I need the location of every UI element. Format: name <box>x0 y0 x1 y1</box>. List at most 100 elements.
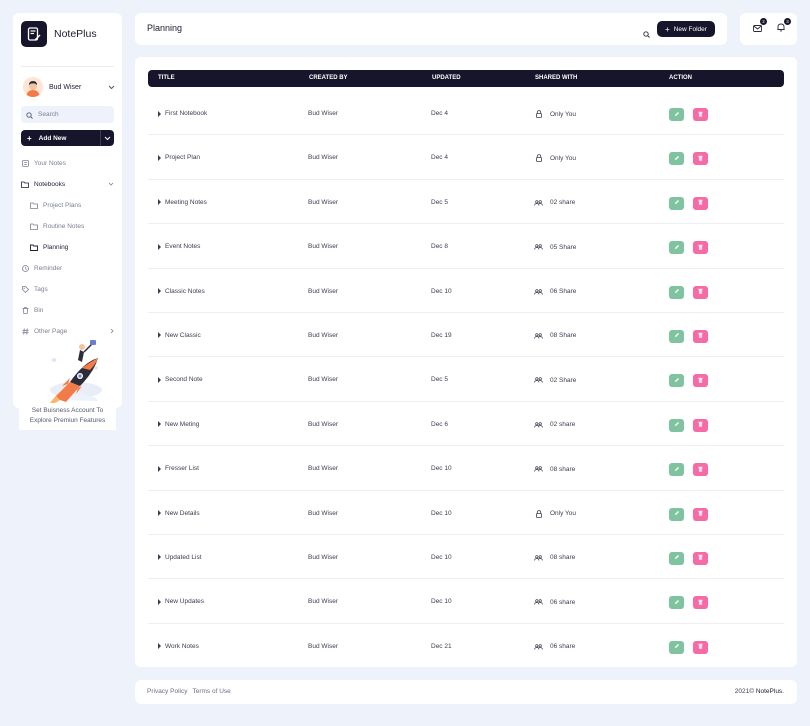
terms-of-use-link[interactable]: Terms of Use <box>192 688 230 695</box>
search-icon[interactable] <box>643 25 650 43</box>
trash-icon <box>698 288 703 296</box>
caret-right-icon[interactable] <box>158 465 161 472</box>
chevron-down-icon[interactable] <box>100 130 114 146</box>
chevron-down-icon[interactable] <box>107 83 115 91</box>
caret-right-icon[interactable] <box>158 643 161 650</box>
delete-button[interactable] <box>693 108 708 121</box>
caret-right-icon[interactable] <box>158 376 161 383</box>
row-title[interactable]: New Details <box>158 510 200 517</box>
row-title[interactable]: First Notebook <box>158 110 207 117</box>
row-shared-text: 06 Share <box>550 288 577 296</box>
table-row[interactable]: Project Plan Bud Wiser Dec 4 Only You <box>148 135 784 180</box>
sidebar-item-tags[interactable]: Tags <box>13 279 122 300</box>
edit-button[interactable] <box>669 329 684 343</box>
users-icon <box>534 554 543 562</box>
edit-button[interactable] <box>669 596 684 610</box>
column-header-created-by[interactable]: CREATED BY <box>309 75 348 81</box>
column-header-shared-with[interactable]: SHARED WITH <box>535 75 577 81</box>
notifications-button[interactable]: 3 <box>775 18 791 34</box>
row-title[interactable]: Second Note <box>158 376 203 383</box>
edit-button[interactable] <box>669 196 684 210</box>
row-title[interactable]: Updated List <box>158 554 202 561</box>
table-row[interactable]: New Details Bud Wiser Dec 10 Only You <box>148 491 784 535</box>
row-shared-with: 02 share <box>534 199 575 207</box>
add-new-button[interactable]: + Add New <box>21 130 114 146</box>
edit-button[interactable] <box>669 285 684 299</box>
caret-right-icon[interactable] <box>158 598 161 605</box>
edit-button[interactable] <box>669 152 684 166</box>
caret-right-icon[interactable] <box>158 554 161 561</box>
edit-button[interactable] <box>669 551 684 565</box>
table-row[interactable]: Updated List Bud Wiser Dec 10 08 share <box>148 535 784 580</box>
caret-right-icon[interactable] <box>158 110 161 117</box>
table-row[interactable]: Classic Notes Bud Wiser Dec 10 06 Share <box>148 269 784 313</box>
delete-button[interactable] <box>693 285 708 299</box>
edit-button[interactable] <box>669 463 684 477</box>
caret-right-icon[interactable] <box>158 243 161 250</box>
delete-button[interactable] <box>693 640 708 654</box>
row-title[interactable]: Meeting Notes <box>158 199 207 206</box>
row-title[interactable]: New Meting <box>158 421 199 428</box>
table-row[interactable]: New Classic Bud Wiser Dec 19 08 Share <box>148 313 784 358</box>
delete-button[interactable] <box>693 152 708 166</box>
sidebar-item-planning[interactable]: Planning <box>13 237 122 258</box>
table-row[interactable]: Meeting Notes Bud Wiser Dec 5 02 share <box>148 180 784 225</box>
new-folder-button[interactable]: + New Folder <box>657 21 715 37</box>
delete-button[interactable] <box>693 463 708 477</box>
row-title[interactable]: Classic Notes <box>158 288 205 295</box>
search-input[interactable] <box>38 111 108 118</box>
sidebar-item-reminder[interactable]: Reminder <box>13 258 122 279</box>
sidebar-item-your-notes[interactable]: Your Notes <box>13 153 122 174</box>
caret-right-icon[interactable] <box>158 154 161 161</box>
delete-button[interactable] <box>693 329 708 343</box>
caret-right-icon[interactable] <box>158 288 161 295</box>
row-title[interactable]: New Classic <box>158 332 201 339</box>
edit-button[interactable] <box>669 374 684 388</box>
edit-button[interactable] <box>669 241 684 255</box>
delete-button[interactable] <box>693 507 708 521</box>
caret-right-icon[interactable] <box>158 332 161 339</box>
edit-button[interactable] <box>669 507 684 521</box>
chevron-down-icon[interactable] <box>108 181 114 188</box>
table-row[interactable]: First Notebook Bud Wiser Dec 4 Only You <box>148 91 784 136</box>
promo-line-2: Explore Premiun Features <box>29 417 106 424</box>
row-title[interactable]: Project Plan <box>158 154 200 161</box>
delete-button[interactable] <box>693 596 708 610</box>
search-icon <box>26 106 33 124</box>
table-row[interactable]: Second Note Bud Wiser Dec 5 02 Share <box>148 357 784 402</box>
caret-right-icon[interactable] <box>158 510 161 517</box>
edit-button[interactable] <box>669 418 684 432</box>
delete-button[interactable] <box>693 551 708 565</box>
table-row[interactable]: Work Notes Bud Wiser Dec 21 06 share <box>148 624 784 668</box>
brand[interactable]: NotePlus <box>21 21 97 47</box>
row-title[interactable]: Fresser List <box>158 465 199 472</box>
column-header-title[interactable]: TITLE <box>158 75 175 81</box>
edit-button[interactable] <box>669 640 684 654</box>
column-header-updated[interactable]: UPDATED <box>432 75 461 81</box>
delete-button[interactable] <box>693 374 708 388</box>
delete-button[interactable] <box>693 418 708 432</box>
row-actions <box>669 640 717 654</box>
users-icon <box>534 598 543 606</box>
row-title[interactable]: New Updates <box>158 598 204 605</box>
sidebar-item-notebooks[interactable]: Notebooks <box>13 174 122 195</box>
premium-promo[interactable]: Set Buisness Account To Explore Premiun … <box>19 403 116 430</box>
row-title[interactable]: Event Notes <box>158 243 200 250</box>
table-row[interactable]: Event Notes Bud Wiser Dec 8 05 Share <box>148 224 784 269</box>
caret-right-icon[interactable] <box>158 421 161 428</box>
delete-button[interactable] <box>693 196 708 210</box>
edit-button[interactable] <box>669 108 684 121</box>
caret-right-icon[interactable] <box>158 199 161 206</box>
table-row[interactable]: Fresser List Bud Wiser Dec 10 08 share <box>148 446 784 491</box>
sidebar-item-project-plans[interactable]: Project Plans <box>13 195 122 216</box>
mail-button[interactable]: 2 <box>751 18 767 34</box>
table-row[interactable]: New Meting Bud Wiser Dec 6 02 share <box>148 402 784 447</box>
table-row[interactable]: New Updates Bud Wiser Dec 10 06 share <box>148 579 784 624</box>
sidebar-item-bin[interactable]: Bin <box>13 300 122 321</box>
user-menu[interactable]: Bud Wiser <box>23 75 115 99</box>
row-title[interactable]: Work Notes <box>158 643 199 650</box>
privacy-policy-link[interactable]: Privacy Policy <box>147 688 187 695</box>
delete-button[interactable] <box>693 241 708 255</box>
chevron-right-icon[interactable] <box>110 328 114 336</box>
sidebar-item-routine-notes[interactable]: Routine Notes <box>13 216 122 237</box>
